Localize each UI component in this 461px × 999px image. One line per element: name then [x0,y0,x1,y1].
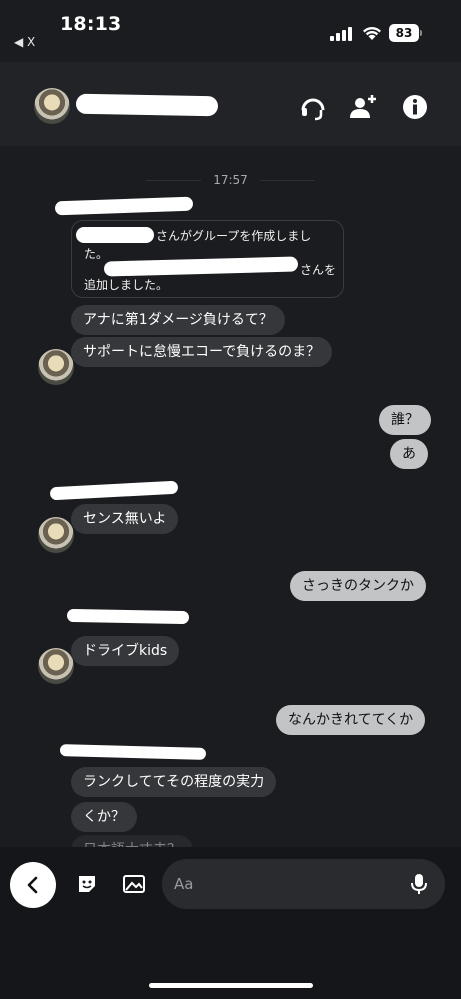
back-button[interactable] [10,862,56,908]
message-input[interactable]: Aa [162,859,445,909]
group-avatar[interactable] [34,88,70,124]
outgoing-message[interactable]: なんかきれててくか [276,705,426,735]
clock: 18:13 [60,13,122,35]
system-message-line2: た。 [84,247,109,261]
incoming-message[interactable]: アナに第1ダメージ負けるて？ [71,305,285,335]
chevron-left-icon [27,876,38,894]
microphone-icon[interactable] [410,873,428,895]
outgoing-message[interactable]: あ [390,439,428,469]
sticker-icon[interactable] [76,873,98,895]
system-message-line4: 追加しました。 [84,278,169,292]
incoming-message[interactable]: センス無いよ [71,504,179,534]
system-message-line1: さんがグループを作成しまし [156,229,312,243]
sender-avatar[interactable] [38,648,74,684]
wifi-icon [363,26,381,40]
chat-timestamp: 17:57 [213,173,248,187]
redacted-sender-name [66,608,190,625]
sender-avatar[interactable] [38,517,74,553]
back-to-app-link[interactable]: ◀ X [14,35,35,49]
message-input-placeholder: Aa [174,875,194,893]
home-indicator [149,983,313,988]
outgoing-message[interactable]: 誰？ [379,405,431,435]
system-message-box: さんがグループを作成しまし た。 さんを 追加しました。 [71,220,344,298]
headset-icon[interactable] [298,93,328,123]
incoming-message[interactable]: ドライブkids [71,636,180,666]
redacted-sender-name [54,196,194,216]
redacted-added-names [103,256,299,277]
cellular-signal-icon [330,27,354,41]
incoming-message[interactable]: サポートに怠慢エコーで負けるのま？ [71,337,333,367]
sender-avatar[interactable] [38,349,74,385]
info-icon[interactable] [400,92,430,122]
battery-indicator: 83 [389,24,419,42]
incoming-message[interactable]: ランクしててその程度の実力 [71,767,277,797]
redacted-sender-name [59,744,207,760]
incoming-message[interactable]: くか？ [71,802,137,832]
redacted-creator-name [76,227,154,243]
image-icon[interactable] [122,873,146,895]
add-person-icon[interactable] [348,92,378,122]
divider-right [260,180,315,181]
outgoing-message[interactable]: さっきのタンクか [290,571,426,601]
redacted-group-name [75,93,219,117]
system-message-line3: さんを [300,263,337,277]
redacted-sender-name [49,480,179,501]
